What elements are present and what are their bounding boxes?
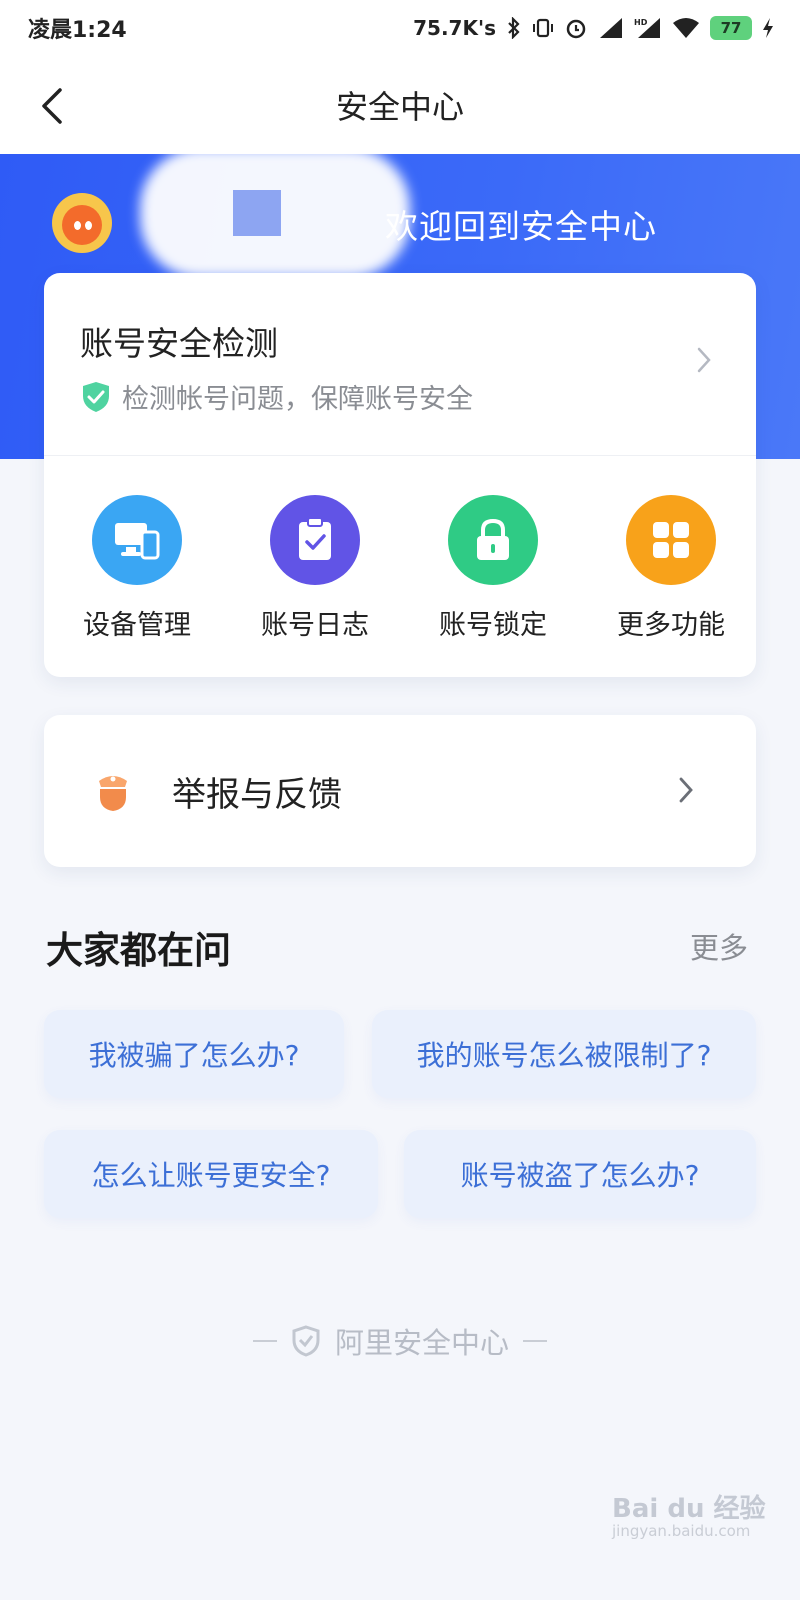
faq-section-title: 大家都在问 bbox=[46, 929, 231, 972]
welcome-text: 欢迎回到安全中心 bbox=[385, 207, 657, 246]
svg-text:HD: HD bbox=[634, 18, 648, 27]
report-feedback-row[interactable]: 举报与反馈 bbox=[44, 715, 756, 867]
watermark-url: jingyan.baidu.com bbox=[612, 1522, 751, 1540]
vibrate-icon bbox=[533, 18, 553, 38]
function-account-lock[interactable]: 账号锁定 bbox=[418, 495, 568, 642]
lock-icon bbox=[448, 495, 538, 585]
status-icons: 75.7K's HD 77 bbox=[413, 16, 774, 40]
faq-question[interactable]: 怎么让账号更安全? bbox=[44, 1130, 378, 1218]
back-arrow-icon[interactable] bbox=[36, 84, 76, 128]
battery-indicator: 77 bbox=[710, 16, 752, 40]
alarm-icon bbox=[566, 19, 586, 39]
footer-divider bbox=[252, 1340, 277, 1342]
avatar-face bbox=[62, 205, 102, 245]
status-bar: 凌晨1:24 75.7K's HD 77 bbox=[0, 0, 800, 56]
shield-check-icon bbox=[83, 381, 109, 412]
function-more[interactable]: 更多功能 bbox=[596, 495, 746, 642]
faq-question[interactable]: 账号被盗了怎么办? bbox=[404, 1130, 756, 1218]
function-label: 账号锁定 bbox=[439, 610, 547, 641]
log-icon bbox=[270, 495, 360, 585]
charging-icon bbox=[763, 18, 773, 38]
footer: 阿里安全中心 bbox=[0, 1320, 800, 1362]
account-detect-row[interactable]: 账号安全检测 检测帐号问题，保障账号安全 bbox=[44, 273, 756, 455]
watermark-brand: Bai du 经验 bbox=[612, 1494, 766, 1524]
police-badge-icon bbox=[99, 776, 127, 811]
redacted-block bbox=[233, 190, 281, 236]
wifi-icon bbox=[673, 18, 699, 38]
nav-bar: 安全中心 bbox=[0, 56, 800, 154]
signal-icon bbox=[600, 18, 622, 38]
avatar[interactable] bbox=[52, 193, 112, 253]
security-card: 账号安全检测 检测帐号问题，保障账号安全 设备管理 账号日志 账号锁定 更多功能 bbox=[44, 273, 756, 677]
faq-question[interactable]: 我被骗了怎么办? bbox=[44, 1010, 344, 1098]
avatar-eye-left bbox=[74, 221, 81, 230]
footer-text: 阿里安全中心 bbox=[334, 1326, 509, 1360]
detect-subtitle-row: 检测帐号问题，保障账号安全 bbox=[80, 377, 473, 416]
chevron-right-icon bbox=[697, 347, 711, 373]
grid-icon bbox=[626, 495, 716, 585]
avatar-eye-right bbox=[85, 221, 92, 230]
function-label: 设备管理 bbox=[83, 610, 191, 641]
page-title: 安全中心 bbox=[335, 88, 464, 126]
more-link[interactable]: 更多 bbox=[690, 925, 748, 967]
function-label: 账号日志 bbox=[261, 610, 369, 641]
chevron-right-icon bbox=[679, 777, 693, 803]
function-label: 更多功能 bbox=[617, 610, 725, 641]
status-time: 凌晨1:24 bbox=[28, 18, 127, 43]
bluetooth-icon bbox=[508, 17, 520, 39]
detect-subtitle: 检测帐号问题，保障账号安全 bbox=[122, 384, 473, 415]
faq-question[interactable]: 我的账号怎么被限制了? bbox=[372, 1010, 756, 1098]
device-icon bbox=[92, 495, 182, 585]
detect-title: 账号安全检测 bbox=[80, 324, 278, 363]
function-account-log[interactable]: 账号日志 bbox=[240, 495, 390, 642]
shield-icon bbox=[292, 1325, 320, 1357]
network-speed: 75.7K's bbox=[413, 16, 496, 40]
function-device-management[interactable]: 设备管理 bbox=[62, 495, 212, 642]
signal-hd-icon: HD bbox=[634, 18, 660, 38]
footer-divider bbox=[523, 1340, 547, 1342]
report-label: 举报与反馈 bbox=[172, 775, 342, 815]
divider bbox=[44, 455, 756, 456]
